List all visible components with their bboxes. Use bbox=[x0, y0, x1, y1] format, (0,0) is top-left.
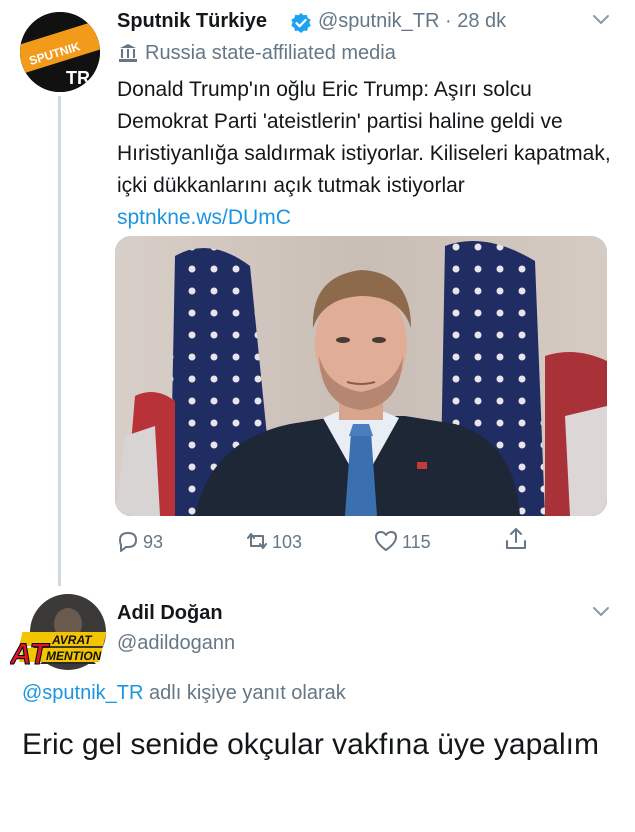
reply-button[interactable] bbox=[115, 528, 141, 559]
tweet-text-body: Donald Trump'ın oğlu Eric Trump: Aşırı s… bbox=[117, 78, 611, 197]
avatar-text-bottom: MENTION bbox=[46, 649, 102, 663]
tweet-text: Donald Trump'ın oğlu Eric Trump: Aşırı s… bbox=[117, 74, 617, 234]
like-count: 115 bbox=[402, 532, 431, 552]
tweet-photo[interactable] bbox=[115, 236, 607, 516]
reply-more-options-chevron-icon[interactable] bbox=[590, 604, 612, 620]
avatar-big-letters: AT bbox=[10, 638, 50, 671]
sputnik-avatar[interactable]: SPUTNIK TR bbox=[20, 12, 100, 92]
state-media-flag-icon bbox=[117, 42, 139, 64]
verified-badge-icon bbox=[290, 12, 312, 34]
avatar-text-top: AVRAT bbox=[51, 633, 93, 647]
share-button[interactable] bbox=[503, 526, 529, 557]
sputnik-avatar-sub: TR bbox=[66, 68, 90, 88]
author-name[interactable]: Sputnik Türkiye bbox=[117, 10, 267, 33]
retweet-button[interactable] bbox=[244, 528, 270, 559]
reply-author-handle[interactable]: @adildogann bbox=[117, 632, 235, 655]
replying-to-suffix: adlı kişiye yanıt olarak bbox=[143, 682, 346, 704]
heart-icon bbox=[375, 531, 397, 551]
like-button[interactable] bbox=[373, 528, 399, 559]
reply-icon bbox=[119, 532, 137, 552]
retweet-icon bbox=[247, 533, 267, 549]
state-affiliated-label[interactable]: Russia state-affiliated media bbox=[145, 42, 396, 65]
retweet-count: 103 bbox=[272, 532, 303, 552]
share-icon bbox=[506, 528, 526, 549]
tweet-link[interactable]: sptnkne.ws/DUmC bbox=[117, 206, 291, 229]
reply-author-name[interactable]: Adil Doğan bbox=[117, 602, 223, 625]
reply-text: Eric gel senide okçular vakfına üye yapa… bbox=[22, 728, 599, 761]
reply-count: 93 bbox=[143, 532, 164, 552]
thread-line bbox=[58, 96, 61, 586]
replying-to: @sputnik_TR adlı kişiye yanıt olarak bbox=[22, 682, 346, 705]
more-options-chevron-icon[interactable] bbox=[590, 12, 612, 28]
author-handle-time[interactable]: @sputnik_TR · 28 dk bbox=[318, 10, 506, 33]
replying-to-handle[interactable]: @sputnik_TR bbox=[22, 682, 143, 704]
adil-dogan-avatar[interactable]: AT AVRAT MENTION bbox=[9, 594, 115, 674]
